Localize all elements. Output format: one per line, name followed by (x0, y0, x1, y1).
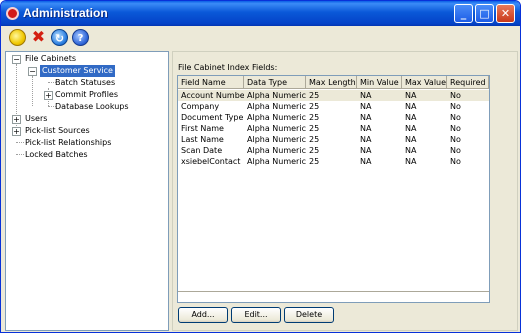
column-header-min-value[interactable]: Min Value (357, 76, 402, 89)
cell-max-value: NA (405, 146, 417, 155)
cell-max-value: NA (405, 124, 417, 133)
index-fields-grid: Field Name Data Type Max Length Min Valu… (177, 75, 490, 303)
cell-min-value: NA (360, 113, 372, 122)
cell-field-name: Scan Date (181, 146, 223, 155)
cell-data-type: Alpha Numeric (247, 124, 306, 133)
column-header-required[interactable]: Required (447, 76, 489, 89)
cell-required: No (450, 157, 461, 166)
cell-field-name: Document Type (181, 113, 244, 122)
table-row[interactable]: Document Type Alpha Numeric 25 NA NA No (178, 112, 489, 123)
administration-window: Administration _ □ ✕ ✖ ↻ ? − File Cabine… (0, 0, 521, 333)
expand-toggle[interactable]: + (12, 115, 21, 124)
cell-max-value: NA (405, 102, 417, 111)
minimize-button[interactable]: _ (454, 4, 473, 23)
cell-field-name: Last Name (181, 135, 224, 144)
index-fields-title: File Cabinet Index Fields: (178, 63, 278, 72)
maximize-button[interactable]: □ (475, 4, 494, 23)
cell-field-name: Account Number (181, 91, 244, 100)
help-icon[interactable]: ? (72, 29, 89, 46)
cell-min-value: NA (360, 157, 372, 166)
details-panel: File Cabinet Index Fields: Field Name Da… (172, 51, 518, 331)
new-icon[interactable] (9, 29, 26, 46)
oracle-app-icon (6, 7, 19, 20)
grid-header: Field Name Data Type Max Length Min Valu… (178, 76, 489, 89)
tree-item-locked-batches[interactable]: Locked Batches (25, 149, 88, 161)
cell-min-value: NA (360, 102, 372, 111)
table-row[interactable]: First Name Alpha Numeric 25 NA NA No (178, 123, 489, 134)
navigation-tree: − File Cabinets − Customer Service Batch… (5, 51, 169, 331)
cell-required: No (450, 102, 461, 111)
grid-divider (178, 291, 489, 292)
tree-item-picklist-relationships[interactable]: Pick-list Relationships (25, 137, 111, 149)
cell-max-length: 25 (309, 113, 320, 122)
cell-field-name: Company (181, 102, 220, 111)
collapse-toggle[interactable]: − (12, 55, 21, 64)
cell-min-value: NA (360, 146, 372, 155)
cell-required: No (450, 146, 461, 155)
edit-button[interactable]: Edit... (231, 307, 281, 323)
column-header-field-name[interactable]: Field Name (178, 76, 244, 89)
delete-icon[interactable]: ✖ (30, 29, 47, 46)
expand-toggle[interactable]: + (44, 91, 53, 100)
cell-data-type: Alpha Numeric (247, 91, 306, 100)
window-title: Administration (23, 6, 108, 20)
refresh-icon[interactable]: ↻ (51, 29, 68, 46)
column-header-data-type[interactable]: Data Type (244, 76, 306, 89)
table-row[interactable]: Account Number Alpha Numeric 25 NA NA No (178, 90, 489, 101)
table-row[interactable]: Company Alpha Numeric 25 NA NA No (178, 101, 489, 112)
column-header-max-length[interactable]: Max Length (306, 76, 357, 89)
table-row[interactable]: Scan Date Alpha Numeric 25 NA NA No (178, 145, 489, 156)
tree-item-users[interactable]: Users (25, 113, 47, 125)
tree-connector (32, 76, 33, 106)
cell-required: No (450, 113, 461, 122)
table-row[interactable]: Last Name Alpha Numeric 25 NA NA No (178, 134, 489, 145)
cell-max-value: NA (405, 91, 417, 100)
cell-max-length: 25 (309, 135, 320, 144)
cell-min-value: NA (360, 91, 372, 100)
cell-field-name: First Name (181, 124, 224, 133)
tree-item-customer-service[interactable]: Customer Service (40, 65, 115, 77)
tree-item-batch-statuses[interactable]: Batch Statuses (55, 77, 115, 89)
cell-max-value: NA (405, 157, 417, 166)
tree-item-picklist-sources[interactable]: Pick-list Sources (25, 125, 90, 137)
cell-max-value: NA (405, 135, 417, 144)
cell-data-type: Alpha Numeric (247, 157, 306, 166)
cell-data-type: Alpha Numeric (247, 146, 306, 155)
table-row[interactable]: xsiebelContact Alpha Numeric 25 NA NA No (178, 156, 489, 167)
tree-connector (16, 142, 24, 143)
cell-required: No (450, 91, 461, 100)
cell-max-length: 25 (309, 91, 320, 100)
delete-button[interactable]: Delete (284, 307, 334, 323)
cell-required: No (450, 124, 461, 133)
cell-max-value: NA (405, 113, 417, 122)
cell-max-length: 25 (309, 124, 320, 133)
collapse-toggle[interactable]: − (28, 67, 37, 76)
cell-max-length: 25 (309, 146, 320, 155)
cell-field-name: xsiebelContact (181, 157, 241, 166)
cell-data-type: Alpha Numeric (247, 135, 306, 144)
toolbar: ✖ ↻ ? (4, 26, 518, 48)
cell-data-type: Alpha Numeric (247, 113, 306, 122)
tree-item-commit-profiles[interactable]: Commit Profiles (55, 89, 118, 101)
tree-item-database-lookups[interactable]: Database Lookups (55, 101, 129, 113)
cell-max-length: 25 (309, 157, 320, 166)
cell-min-value: NA (360, 124, 372, 133)
tree-item-file-cabinets[interactable]: File Cabinets (25, 53, 76, 65)
add-button[interactable]: Add... (178, 307, 228, 323)
close-button[interactable]: ✕ (496, 4, 515, 23)
expand-toggle[interactable]: + (12, 127, 21, 136)
cell-required: No (450, 135, 461, 144)
column-header-max-value[interactable]: Max Value (402, 76, 447, 89)
cell-data-type: Alpha Numeric (247, 102, 306, 111)
cell-max-length: 25 (309, 102, 320, 111)
tree-connector (16, 154, 24, 155)
cell-min-value: NA (360, 135, 372, 144)
title-bar[interactable]: Administration _ □ ✕ (1, 1, 520, 26)
